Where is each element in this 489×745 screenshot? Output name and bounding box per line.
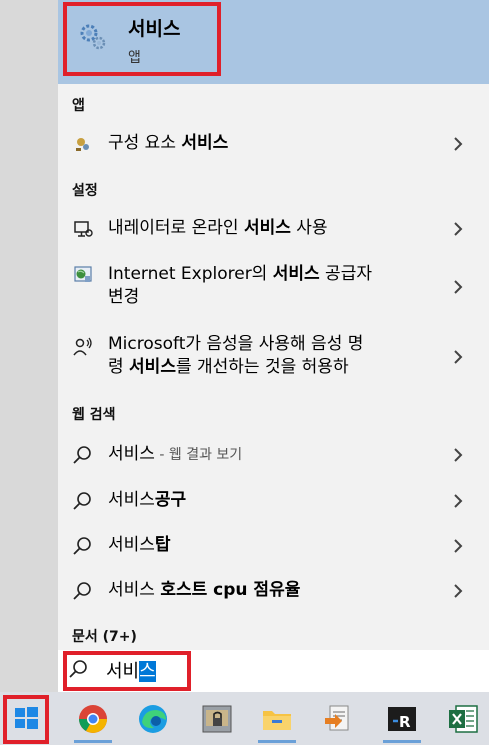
left-strip bbox=[0, 0, 58, 692]
internet-options-icon bbox=[74, 266, 92, 282]
settings-result-item[interactable]: Microsoft가 음성을 사용해 음성 명령 서비스를 개선하는 것을 허용… bbox=[58, 330, 489, 384]
chevron-right-icon bbox=[454, 494, 463, 508]
settings-result-label: 내레이터로 온라인 서비스 사용 bbox=[108, 218, 328, 238]
settings-result-label: Microsoft가 음성을 사용해 음성 명령 서비스를 개선하는 것을 허용… bbox=[108, 334, 364, 377]
excel-icon[interactable] bbox=[446, 702, 480, 736]
search-icon bbox=[69, 660, 87, 678]
search-icon bbox=[73, 446, 91, 464]
section-settings: 설정 bbox=[72, 183, 98, 199]
chevron-right-icon bbox=[454, 137, 463, 151]
active-indicator bbox=[383, 740, 421, 743]
active-indicator bbox=[74, 740, 112, 743]
svg-text:R: R bbox=[399, 713, 411, 731]
remote-app-icon[interactable]: R bbox=[385, 702, 419, 736]
document-app-icon[interactable] bbox=[322, 702, 356, 736]
chevron-right-icon bbox=[454, 584, 463, 598]
selected-text: 스 bbox=[139, 661, 156, 682]
web-result-label: 서비스 호스트 cpu 점유율 bbox=[108, 580, 301, 600]
web-result-label: 서비스 - 웹 결과 보기 bbox=[108, 444, 243, 464]
web-result-item[interactable]: 서비스 호스트 cpu 점유율 bbox=[58, 574, 489, 608]
app-result-label: 구성 요소 서비스 bbox=[108, 133, 229, 153]
edge-icon[interactable] bbox=[136, 702, 170, 736]
speech-icon bbox=[73, 337, 92, 356]
web-result-item[interactable]: 서비스탑 bbox=[58, 529, 489, 563]
settings-result-item[interactable]: Internet Explorer의 서비스 공급자 변경 bbox=[58, 260, 489, 314]
active-indicator bbox=[258, 740, 296, 743]
chevron-right-icon bbox=[454, 222, 463, 236]
settings-result-item[interactable]: 내레이터로 온라인 서비스 사용 bbox=[58, 212, 489, 246]
chevron-right-icon bbox=[454, 350, 463, 364]
component-services-icon bbox=[76, 138, 89, 151]
section-web-search: 웹 검색 bbox=[72, 407, 116, 423]
search-input[interactable]: 서비스 bbox=[106, 657, 156, 683]
search-icon bbox=[73, 492, 91, 510]
gears-icon bbox=[80, 24, 106, 50]
web-result-item[interactable]: 서비스공구 bbox=[58, 484, 489, 518]
search-results-panel: 서비스 앱 앱 구성 요소 서비스 설정 내레이터로 온라인 서비스 사용 In… bbox=[58, 0, 489, 650]
chevron-right-icon bbox=[454, 539, 463, 553]
web-result-item[interactable]: 서비스 - 웹 결과 보기 bbox=[58, 438, 489, 472]
best-match-item[interactable]: 서비스 앱 bbox=[58, 0, 489, 84]
narrator-icon bbox=[74, 221, 93, 237]
chevron-right-icon bbox=[454, 280, 463, 294]
chevron-right-icon bbox=[454, 448, 463, 462]
security-app-icon[interactable] bbox=[200, 702, 234, 736]
search-bar[interactable]: 서비스 bbox=[58, 650, 489, 692]
section-apps: 앱 bbox=[72, 98, 85, 114]
windows-start-icon[interactable] bbox=[11, 702, 41, 732]
best-match-title: 서비스 bbox=[128, 18, 181, 40]
search-icon bbox=[73, 582, 91, 600]
web-result-label: 서비스공구 bbox=[108, 490, 187, 510]
settings-result-label: Internet Explorer의 서비스 공급자 변경 bbox=[108, 264, 372, 307]
file-explorer-icon[interactable] bbox=[260, 702, 294, 736]
best-match-subtitle: 앱 bbox=[128, 50, 141, 66]
chrome-icon[interactable] bbox=[76, 702, 110, 736]
web-result-label: 서비스탑 bbox=[108, 535, 171, 555]
section-documents: 문서 (7+) bbox=[72, 629, 137, 645]
app-result-item[interactable]: 구성 요소 서비스 bbox=[58, 128, 489, 160]
search-icon bbox=[73, 537, 91, 555]
taskbar: R bbox=[0, 692, 489, 745]
